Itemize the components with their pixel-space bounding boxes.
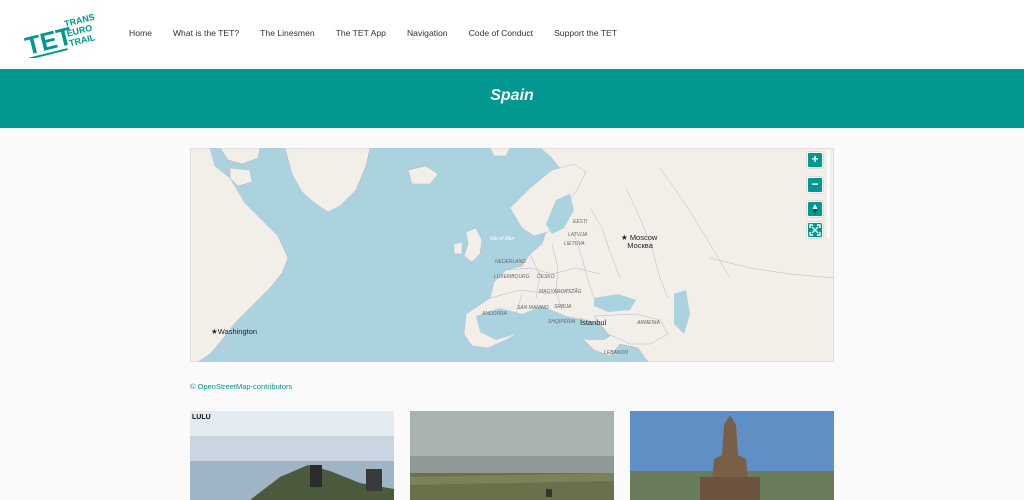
photo-monument bbox=[630, 411, 834, 500]
photo-card-3[interactable] bbox=[630, 411, 834, 500]
photo-card-2[interactable] bbox=[410, 411, 614, 500]
zoom-in-button[interactable]: + bbox=[807, 152, 823, 168]
city-moscow: ★ Moscow Москва bbox=[621, 233, 658, 250]
main-nav: Home What is the TET? The Linesmen The T… bbox=[129, 28, 638, 38]
photo-card-1[interactable]: LULU bbox=[190, 411, 394, 500]
map-label-shqiperia: SHQIPËRIA bbox=[548, 319, 576, 325]
map-label-lebanon: LEBANON bbox=[604, 350, 628, 356]
nav-code-of-conduct[interactable]: Code of Conduct bbox=[469, 28, 534, 38]
site-header: TET TRANS EURO TRAIL Home What is the TE… bbox=[0, 0, 1024, 69]
nav-home[interactable]: Home bbox=[129, 28, 152, 38]
city-istanbul: İstanbul bbox=[580, 319, 606, 327]
nav-tet-app[interactable]: The TET App bbox=[336, 28, 386, 38]
map-label-isle-of-man: Isle of Man bbox=[490, 236, 515, 242]
city-washington-name: Washington bbox=[217, 327, 258, 336]
map-label-magyarorszag: MAGYARORSZÁG bbox=[539, 289, 582, 295]
fullscreen-button[interactable] bbox=[807, 222, 823, 238]
map-label-cesko: ČESKO bbox=[537, 274, 555, 280]
map-label-nederland: NEDERLAND bbox=[495, 259, 526, 265]
map-label-armenia: ARMENIA bbox=[637, 320, 660, 326]
page-title: Spain bbox=[490, 87, 534, 104]
map-tiles bbox=[190, 148, 834, 362]
photo-plains-road bbox=[410, 411, 614, 500]
page-banner: Spain bbox=[0, 69, 1024, 128]
map-label-andorra: ANDORRA bbox=[482, 311, 508, 317]
city-washington: ★Washington bbox=[211, 327, 258, 336]
photo-overlay-text: LULU bbox=[192, 414, 211, 421]
photo-coastal-riders: LULU bbox=[190, 411, 394, 500]
city-moscow-local-name: Москва bbox=[627, 241, 653, 250]
map-attribution[interactable]: © OpenStreetMap-contributors bbox=[190, 382, 292, 391]
map-controls-rail bbox=[827, 150, 830, 238]
map-label-luxembourg: LUXEMBOURG bbox=[494, 274, 530, 280]
map-view[interactable]: EESTI LATVIJA LIETUVA NEDERLAND LUXEMBOU… bbox=[190, 148, 834, 362]
map-label-lietuva: LIETUVA bbox=[564, 241, 585, 247]
map-label-eesti: EESTI bbox=[573, 219, 588, 225]
nav-support[interactable]: Support the TET bbox=[554, 28, 617, 38]
zoom-out-button[interactable]: − bbox=[807, 177, 823, 193]
map-label-latvija: LATVIJA bbox=[568, 232, 588, 238]
map-label-srbija: SRBIJA bbox=[554, 304, 572, 310]
nav-navigation[interactable]: Navigation bbox=[407, 28, 448, 38]
nav-linesmen[interactable]: The Linesmen bbox=[260, 28, 314, 38]
compass-button[interactable] bbox=[807, 201, 823, 217]
tet-logo[interactable]: TET TRANS EURO TRAIL bbox=[22, 12, 102, 58]
compass-icon bbox=[812, 204, 818, 214]
nav-what-is-tet[interactable]: What is the TET? bbox=[173, 28, 239, 38]
city-istanbul-name: İstanbul bbox=[580, 318, 607, 327]
map-label-san-marino: SAN MARINO bbox=[517, 305, 549, 311]
fullscreen-icon bbox=[809, 224, 821, 236]
